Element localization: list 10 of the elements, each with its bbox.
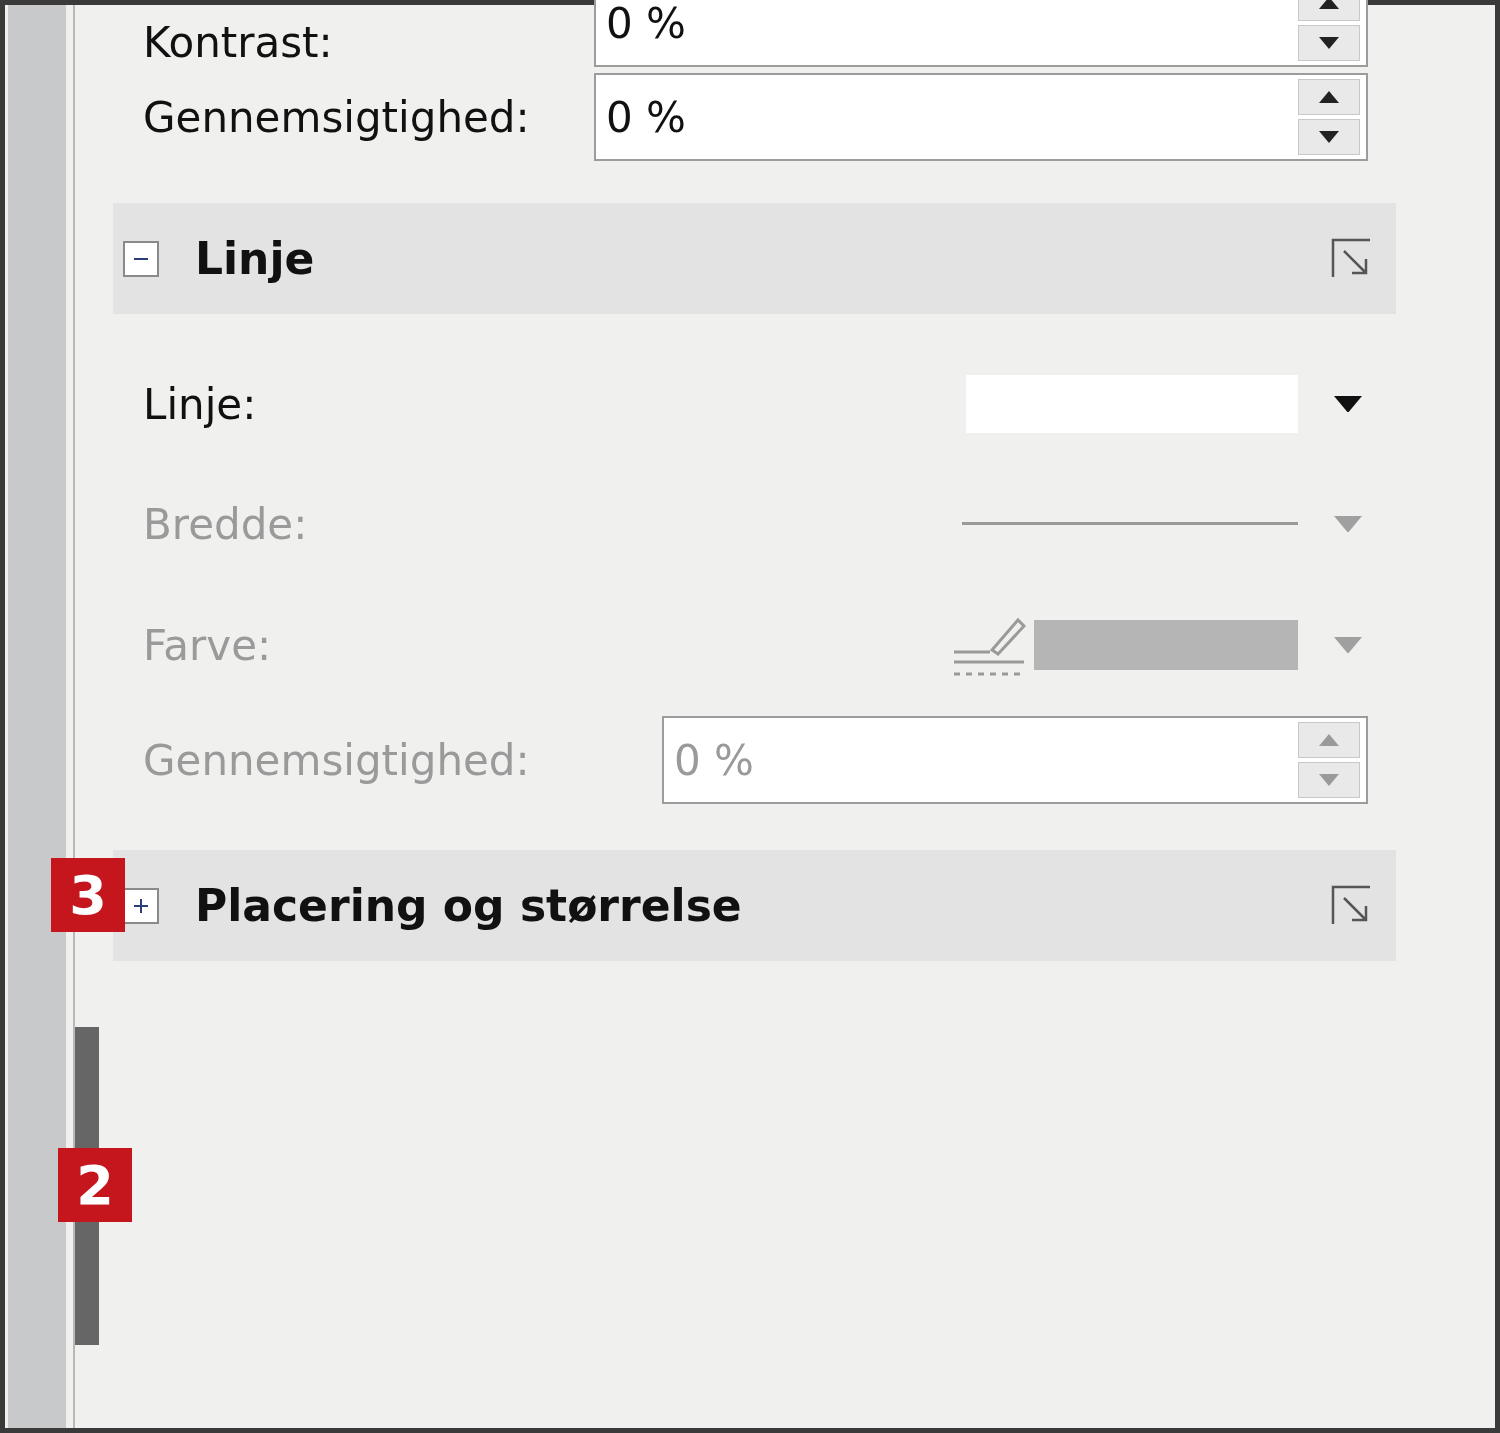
field-label: Kontrast: [143,18,334,67]
field-label: Bredde: [143,499,309,549]
callout-tooltip: 3 [51,858,125,932]
field-label: Farve: [143,620,273,670]
section-title: Placering og størrelse [195,880,743,931]
field-label: Gennemsigtighed: [143,92,531,142]
field-label: Linje: [143,379,258,429]
section-title: Linje [195,233,316,284]
callout-tooltip: 2 [58,1148,132,1222]
field-label: Gennemsigtighed: [143,735,531,785]
